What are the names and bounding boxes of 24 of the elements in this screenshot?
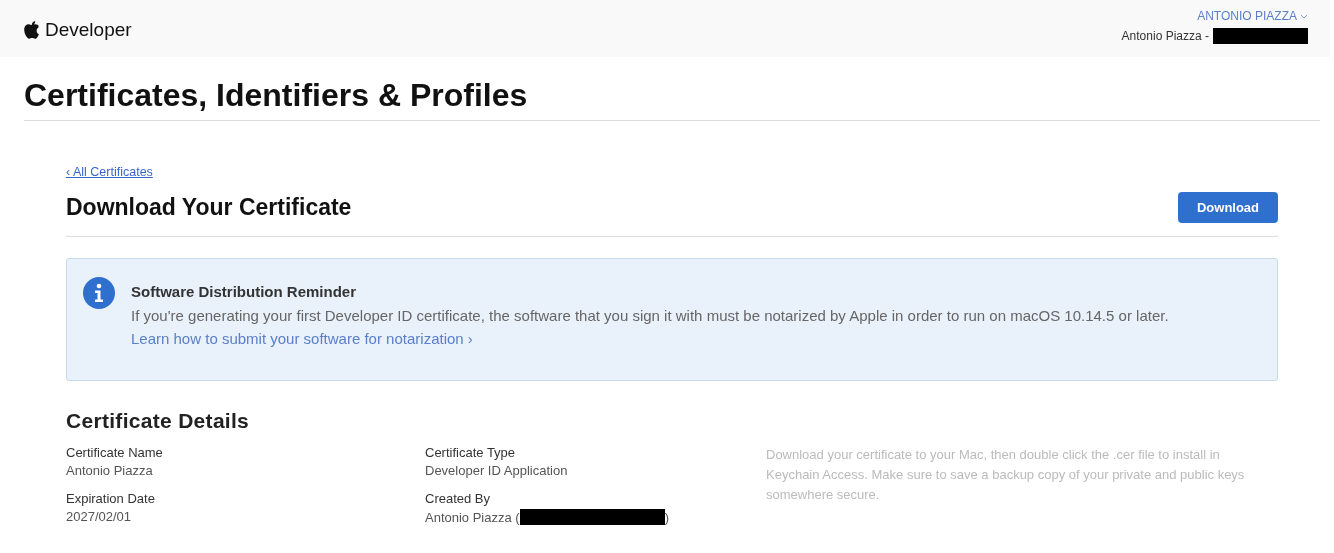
field-value: Developer ID Application: [425, 463, 569, 478]
field-value: Antonio Piazza: [66, 463, 154, 478]
notarization-link[interactable]: Learn how to submit your software for notarization ›: [131, 330, 473, 347]
chevron-icon: [1300, 13, 1308, 19]
field-value: Antonio Piazza (: [425, 509, 520, 525]
field-value: 2027/02/01: [66, 509, 133, 524]
apple-icon: [24, 20, 40, 40]
closing-parenthesis: ): [664, 509, 669, 525]
help-text: Download your certificate to your Mac, then double click the .cer file to install in Keychain Access. Make sure to save a backup copy of your private and public keys somewhere secure.: [766, 446, 1246, 504]
field-label: Certificate Name: [66, 445, 164, 460]
section-title: Download Your Certificate: [66, 194, 352, 221]
download-button[interactable]: Download: [1178, 192, 1278, 223]
field-label: Certificate Type: [425, 445, 517, 460]
field-label: Created By: [425, 491, 492, 506]
field-label: Expiration Date: [66, 491, 156, 506]
brand-name: Developer: [45, 19, 132, 41]
team-name: Antonio Piazza -: [1121, 29, 1209, 43]
back-link[interactable]: ‹ All Certificates: [66, 165, 153, 179]
account-menu[interactable]: ANTONIO PIAZZA: [1197, 9, 1308, 23]
notice-text: If you're generating your first Developer ID certificate, the software that you sign it with must be notarized by Apple in order to run on macOS 10.14.5 or later. Learn how to submit your software for notarization ›: [131, 306, 1170, 349]
details-title: Certificate Details: [66, 409, 251, 433]
info-icon: [83, 277, 115, 309]
page-title: Certificates, Identifiers & Profiles: [24, 77, 1320, 121]
notice-title: Software Distribution Reminder: [131, 283, 358, 300]
